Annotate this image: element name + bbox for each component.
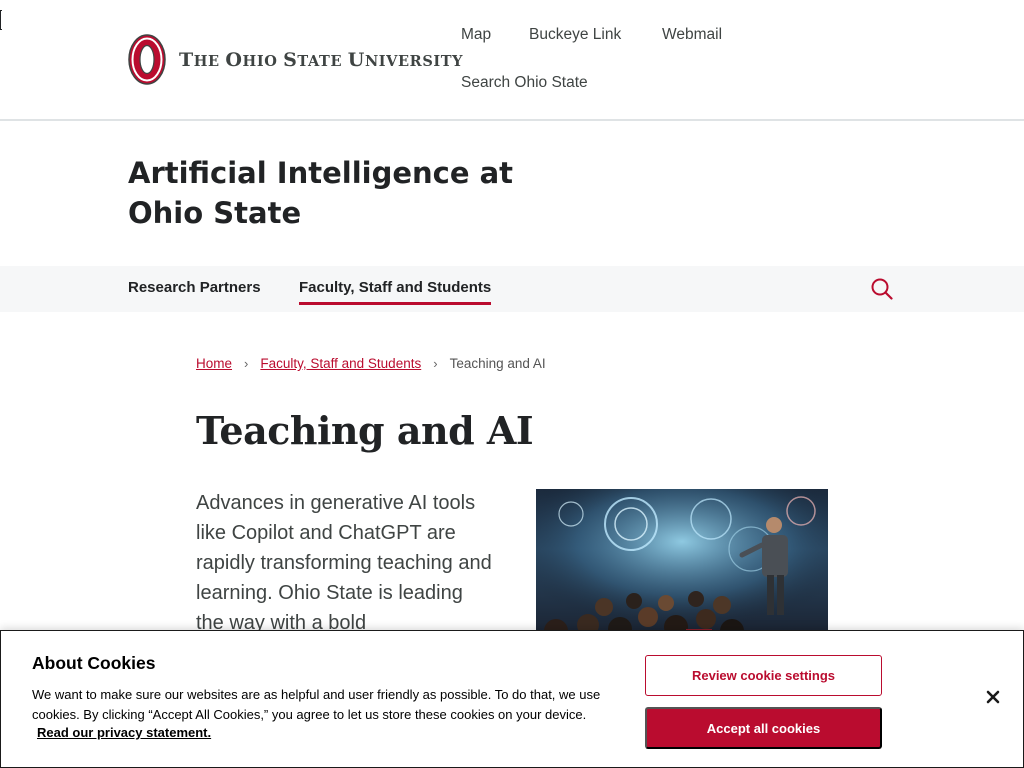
buckeye-link-link[interactable]: Buckeye Link: [529, 26, 621, 44]
site-header: THE OHIO STATE UNIVERSITY Map Buckeye Li…: [0, 0, 1024, 121]
osu-logo-link[interactable]: THE OHIO STATE UNIVERSITY: [128, 34, 463, 85]
cookie-title: About Cookies: [32, 653, 156, 673]
hero-image: [536, 489, 828, 639]
page-title: Teaching and AI: [196, 408, 534, 453]
webmail-link[interactable]: Webmail: [662, 26, 722, 44]
chevron-right-icon: ›: [244, 356, 249, 371]
intro-paragraph: Advances in generative AI tools like Cop…: [196, 492, 492, 634]
map-link[interactable]: Map: [461, 26, 491, 44]
edge-marker: [0, 10, 2, 30]
nav-item-faculty-staff-students[interactable]: Faculty, Staff and Students: [299, 279, 492, 305]
search-icon[interactable]: [870, 277, 894, 301]
chevron-right-icon: ›: [433, 356, 438, 371]
breadcrumb-current: Teaching and AI: [449, 356, 546, 371]
review-cookie-settings-button[interactable]: Review cookie settings: [645, 655, 882, 696]
main-nav: Research Partners Faculty, Staff and Stu…: [0, 266, 1024, 312]
university-wordmark: THE OHIO STATE UNIVERSITY: [179, 48, 464, 71]
site-title[interactable]: Artificial Intelligence at Ohio State: [128, 153, 598, 233]
accept-all-cookies-button[interactable]: Accept all cookies: [645, 707, 882, 749]
privacy-statement-link[interactable]: Read our privacy statement.: [37, 725, 211, 740]
breadcrumb: Home › Faculty, Staff and Students › Tea…: [196, 356, 546, 371]
cookie-banner: About Cookies We want to make sure our w…: [0, 630, 1024, 768]
cookie-text: We want to make sure our websites are as…: [32, 687, 601, 722]
search-ohio-state-link[interactable]: Search Ohio State: [461, 74, 588, 92]
nav-item-research-partners[interactable]: Research Partners: [128, 279, 261, 296]
block-o-logo-icon: [128, 34, 166, 85]
breadcrumb-faculty-link[interactable]: Faculty, Staff and Students: [260, 356, 421, 371]
classroom-ai-illustration: [536, 489, 828, 639]
close-icon[interactable]: [982, 686, 1004, 708]
breadcrumb-home-link[interactable]: Home: [196, 356, 232, 371]
